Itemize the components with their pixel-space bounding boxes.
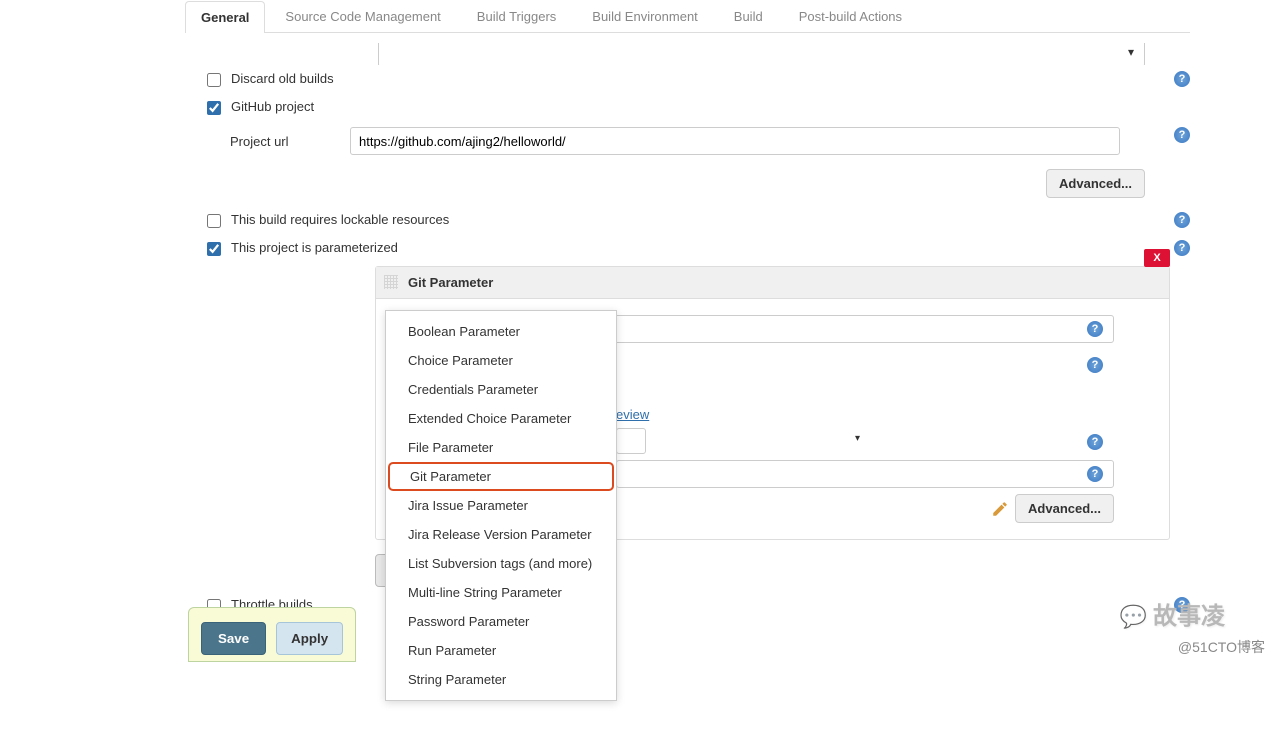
project-url-input[interactable] — [350, 127, 1120, 155]
help-icon[interactable]: ? — [1087, 434, 1103, 450]
menu-item-credentials-parameter[interactable]: Credentials Parameter — [386, 375, 616, 404]
tab-env[interactable]: Build Environment — [576, 0, 714, 32]
tab-scm[interactable]: Source Code Management — [269, 0, 456, 32]
github-project-label: GitHub project — [231, 99, 314, 114]
lockable-checkbox[interactable] — [207, 214, 221, 228]
param-default-input[interactable] — [616, 460, 1114, 488]
help-icon[interactable]: ? — [1087, 357, 1103, 373]
discard-old-builds-label: Discard old builds — [231, 71, 334, 86]
project-url-label: Project url — [185, 134, 350, 149]
param-advanced-button[interactable]: Advanced... — [1015, 494, 1114, 523]
menu-item-password-parameter[interactable]: Password Parameter — [386, 607, 616, 636]
save-button[interactable]: Save — [201, 622, 266, 655]
menu-item-file-parameter[interactable]: File Parameter — [386, 433, 616, 462]
jira-site-select[interactable] — [378, 43, 1145, 65]
lockable-label: This build requires lockable resources — [231, 212, 449, 227]
menu-item-extended-choice-parameter[interactable]: Extended Choice Parameter — [386, 404, 616, 433]
github-project-row: GitHub project — [185, 93, 1190, 121]
save-apply-bar: Save Apply — [188, 607, 356, 662]
config-tabs: General Source Code Management Build Tri… — [185, 0, 1190, 33]
menu-item-git-parameter[interactable]: Git Parameter — [388, 462, 614, 491]
preview-link[interactable]: eview — [616, 407, 649, 422]
jira-site-row-partial — [185, 43, 1190, 65]
param-title: Git Parameter — [408, 275, 493, 290]
apply-button[interactable]: Apply — [276, 622, 343, 655]
github-advanced-row: Advanced... — [185, 161, 1190, 206]
lockable-row: This build requires lockable resources ? — [185, 206, 1190, 234]
drag-handle-icon[interactable] — [384, 275, 400, 291]
discard-old-builds-row: Discard old builds ? — [185, 65, 1190, 93]
tab-general[interactable]: General — [185, 1, 265, 33]
parameterized-checkbox[interactable] — [207, 242, 221, 256]
tab-post[interactable]: Post-build Actions — [783, 0, 918, 32]
tab-build[interactable]: Build — [718, 0, 779, 32]
menu-item-boolean-parameter[interactable]: Boolean Parameter — [386, 317, 616, 346]
menu-item-choice-parameter[interactable]: Choice Parameter — [386, 346, 616, 375]
help-icon[interactable]: ? — [1174, 71, 1190, 87]
param-header[interactable]: Git Parameter — [376, 267, 1169, 299]
menu-item-string-parameter[interactable]: String Parameter — [386, 665, 616, 694]
parameterized-label: This project is parameterized — [231, 240, 398, 255]
param-type-select[interactable] — [616, 428, 646, 454]
menu-item-run-parameter[interactable]: Run Parameter — [386, 636, 616, 665]
github-project-checkbox[interactable] — [207, 101, 221, 115]
project-url-row: Project url ? — [185, 121, 1190, 161]
menu-item-multiline-string-parameter[interactable]: Multi-line String Parameter — [386, 578, 616, 607]
discard-old-builds-checkbox[interactable] — [207, 73, 221, 87]
watermark-51cto: @51CTO博客 — [1178, 637, 1265, 657]
menu-item-jira-release-version-parameter[interactable]: Jira Release Version Parameter — [386, 520, 616, 549]
watermark-blog-name: 故事凌 — [1120, 596, 1225, 631]
delete-parameter-button[interactable]: X — [1144, 249, 1170, 267]
parameter-type-menu: Boolean Parameter Choice Parameter Crede… — [385, 310, 617, 701]
help-icon[interactable]: ? — [1087, 466, 1103, 482]
advanced-button[interactable]: Advanced... — [1046, 169, 1145, 198]
tab-triggers[interactable]: Build Triggers — [461, 0, 572, 32]
help-icon[interactable]: ? — [1174, 240, 1190, 256]
help-icon[interactable]: ? — [1174, 212, 1190, 228]
menu-item-list-subversion-tags[interactable]: List Subversion tags (and more) — [386, 549, 616, 578]
menu-item-jira-issue-parameter[interactable]: Jira Issue Parameter — [386, 491, 616, 520]
edit-icon — [991, 500, 1009, 518]
help-icon[interactable]: ? — [1087, 321, 1103, 337]
parameterized-row: This project is parameterized ? — [185, 234, 1190, 262]
help-icon[interactable]: ? — [1174, 127, 1190, 143]
